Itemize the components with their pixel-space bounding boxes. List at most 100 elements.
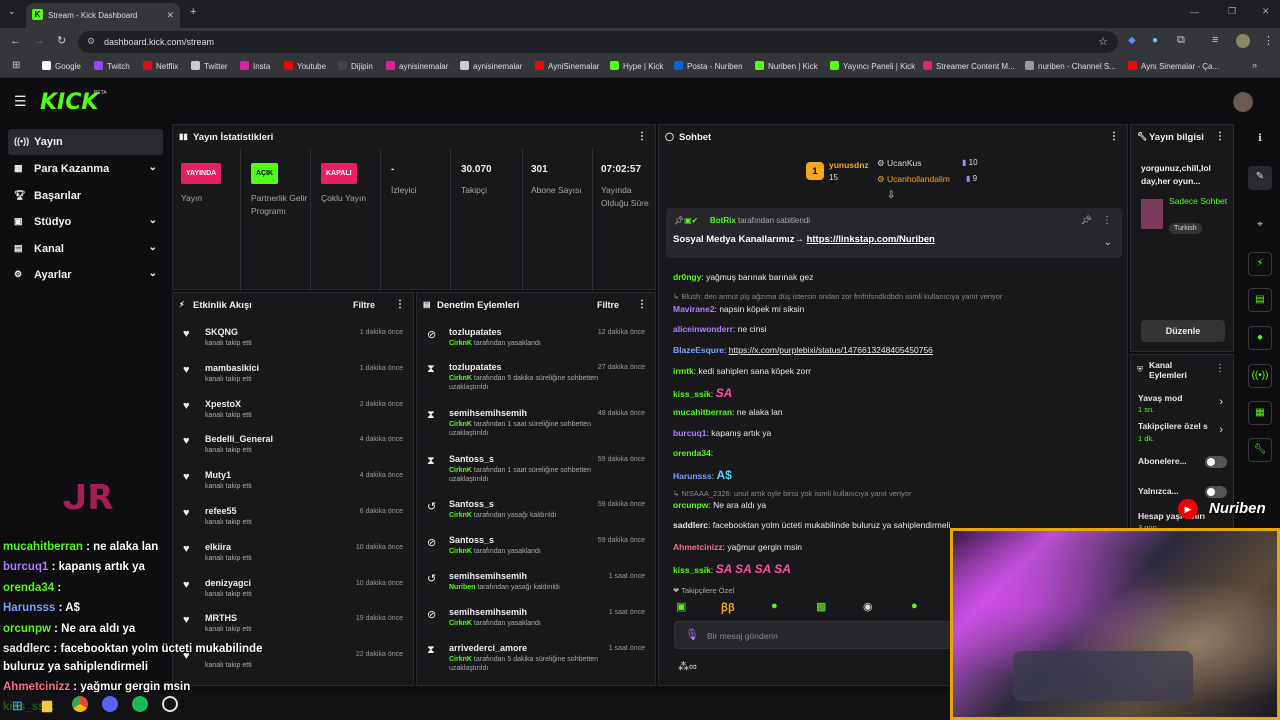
sidebar-item-yayin[interactable]: ((•)) Yayın	[8, 129, 163, 155]
moderator-name[interactable]: CirknK	[449, 375, 472, 382]
moderated-username[interactable]: arrivederci_amore	[449, 643, 527, 653]
discord-icon[interactable]	[102, 696, 118, 712]
obs-icon[interactable]	[162, 696, 178, 712]
activity-row[interactable]: ♥ Muty1 kanalı takip etti 4 dakika önce	[173, 466, 413, 502]
moderator-name[interactable]: CirknK	[449, 512, 472, 519]
moderated-username[interactable]: Santoss_s	[449, 535, 494, 545]
chat-bubble-icon[interactable]: ●	[1248, 326, 1272, 350]
more-options-icon[interactable]: ⋮	[637, 299, 647, 310]
emote-3-icon[interactable]: ●	[771, 600, 778, 612]
moderated-username[interactable]: semihsemihsemih	[449, 408, 527, 418]
bookmark-nuriben-kick[interactable]: Nuriben | Kick	[755, 61, 818, 71]
extension-icon[interactable]: ●	[1152, 35, 1158, 46]
activity-row[interactable]: ♥ MRTHS kanalı takip etti 19 dakika önce	[173, 609, 413, 645]
lightning-icon[interactable]: ⚡︎	[1248, 252, 1272, 276]
extension-shield-icon[interactable]: ◆	[1128, 35, 1136, 46]
chat-message[interactable]: Ahmetcinizz: yağmur gergin msin	[673, 542, 802, 552]
edit-pencil-icon[interactable]: ✎	[1248, 166, 1272, 190]
chat-username[interactable]: Mavirane2	[673, 304, 715, 314]
chevron-right-icon[interactable]: ›	[1219, 424, 1223, 436]
extensions-puzzle-icon[interactable]: ⧉	[1177, 34, 1185, 47]
focus-icon[interactable]: ⌖	[1248, 214, 1272, 238]
apps-grid-icon[interactable]: ⊞	[12, 60, 20, 71]
activity-row[interactable]: ♥ denizyagci kanalı takip etti 10 dakika…	[173, 574, 413, 610]
moderator-name[interactable]: CirknK	[449, 656, 472, 663]
category-link[interactable]: Sadece Sohbet	[1169, 195, 1229, 207]
activity-row[interactable]: ♥ XpestoX kanalı takip etti 2 dakika önc…	[173, 395, 413, 431]
emote-4-icon[interactable]: ▩	[816, 600, 826, 613]
chrome-icon[interactable]	[72, 696, 88, 712]
bookmark-twitter[interactable]: Twitter	[191, 61, 228, 71]
moderator-name[interactable]: CirknK	[449, 467, 472, 474]
chat-input[interactable]: 🎙︎ Bir mesaj gönderin	[674, 621, 952, 649]
more-bookmarks-icon[interactable]: »	[1252, 60, 1257, 70]
chat-message[interactable]: Harunsss: A$	[673, 468, 732, 482]
moderated-username[interactable]: tozlupatates	[449, 362, 502, 372]
expand-gifters-icon[interactable]: ⇩	[887, 190, 895, 201]
chat-message[interactable]: orcunpw: Ne ara aldı ya	[673, 500, 766, 510]
url-field[interactable]: ⚙ dashboard.kick.com/stream ☆	[78, 31, 1118, 53]
moderator-name[interactable]: Nuriben	[449, 584, 475, 591]
chat-settings-icon[interactable]: ⁂∞	[678, 660, 697, 673]
forward-icon[interactable]: →	[34, 35, 45, 47]
chat-message[interactable]: orenda34:	[673, 448, 713, 458]
bookmark-streamer-content[interactable]: Streamer Content M...	[923, 61, 1015, 71]
chevron-right-icon[interactable]: ›	[1219, 396, 1223, 408]
chat-message[interactable]: aliceinwonderr: ne cinsi	[673, 324, 767, 334]
chat-message[interactable]: burcuq1: kapanış artık ya	[673, 428, 771, 438]
close-tab-icon[interactable]: ✕	[166, 10, 174, 21]
activity-username[interactable]: mambasikici	[205, 363, 259, 373]
browser-menu-icon[interactable]: ⋮	[1263, 34, 1274, 47]
chat-username[interactable]: orcunpw	[673, 500, 708, 510]
more-options-icon[interactable]: ⋮	[637, 131, 647, 142]
chat-username[interactable]: irmtk	[673, 366, 694, 376]
maximize-icon[interactable]: ❐	[1228, 6, 1236, 17]
bookmark-aynisinemalar-yt[interactable]: AyniSinemalar	[535, 61, 599, 71]
more-options-icon[interactable]: ⋮	[1215, 363, 1225, 374]
file-explorer-icon[interactable]: ▆	[42, 697, 52, 713]
chat-username[interactable]: Harunsss	[673, 471, 712, 481]
moderation-row[interactable]: ⧗ tozlupatates CirknK tarafından 5 dakik…	[417, 358, 655, 402]
activity-username[interactable]: SKQNG	[205, 327, 238, 337]
moderated-username[interactable]: Santoss_s	[449, 454, 494, 464]
layout-icon[interactable]: ▦	[1248, 401, 1272, 425]
reload-icon[interactable]: ↻	[57, 34, 66, 47]
moderation-row[interactable]: ⧗ Santoss_s CirknK tarafından 1 saat sür…	[417, 450, 655, 494]
chat-message[interactable]: mucahitberran: ne alaka lan	[673, 407, 783, 417]
minimize-icon[interactable]: —	[1190, 7, 1199, 17]
sidebar-item-para-kazanma[interactable]: ▦ Para Kazanma ⌄	[8, 156, 163, 182]
top-gifter-1[interactable]: yunusdnz	[829, 160, 869, 170]
activity-username[interactable]: refee55	[205, 506, 237, 516]
moderation-row[interactable]: ⧗ arrivederci_amore CirknK tarafından 5 …	[417, 639, 655, 683]
activity-row[interactable]: ♥ Bedelli_General kanalı takip etti 4 da…	[173, 430, 413, 466]
chat-message[interactable]: Mavirane2: napsin köpek mi siksin	[673, 304, 804, 314]
back-icon[interactable]: ←	[10, 35, 21, 47]
chat-username[interactable]: saddlerc	[673, 520, 708, 530]
moderator-name[interactable]: CirknK	[449, 340, 472, 347]
bookmark-google[interactable]: Google	[42, 61, 81, 71]
chat-username[interactable]: orenda34	[673, 448, 711, 458]
subscribers-only-toggle[interactable]	[1205, 456, 1227, 468]
sidebar-item-studyo[interactable]: ▣ Stüdyo ⌄	[8, 209, 163, 235]
chat-username[interactable]: Ahmetcinizz	[673, 542, 723, 552]
bookmark-ayni-sinemalar[interactable]: Aynı Sinemalar - Ça...	[1128, 61, 1219, 71]
emote-only-toggle[interactable]	[1205, 486, 1227, 498]
activity-username[interactable]: MRTHS	[205, 613, 237, 623]
moderated-username[interactable]: semihsemihsemih	[449, 607, 527, 617]
top-gifter-3[interactable]: ⚙ Ucanhollandalim	[877, 174, 950, 185]
activity-row[interactable]: ♥ SKQNG kanalı takip etti 1 dakika önce	[173, 323, 413, 359]
more-options-icon[interactable]: ⋮	[1215, 131, 1225, 142]
chat-message[interactable]: irmtk: kedi sahiplen sana köpek zorr	[673, 366, 811, 376]
sidebar-item-ayarlar[interactable]: ⚙ Ayarlar ⌄	[8, 262, 163, 288]
activity-username[interactable]: XpestoX	[205, 399, 241, 409]
filter-button[interactable]: Filtre	[597, 300, 619, 310]
spotify-icon[interactable]	[132, 696, 148, 712]
info-icon[interactable]: ℹ	[1248, 128, 1272, 152]
sidebar-item-kanal[interactable]: ▤ Kanal ⌄	[8, 236, 163, 262]
moderated-username[interactable]: Santoss_s	[449, 499, 494, 509]
pinned-message[interactable]: 📌︎ ▣✔ BotRix tarafından sabitlendi Sosya…	[666, 208, 1122, 258]
activity-username[interactable]: elkiira	[205, 542, 231, 552]
chat-message[interactable]: BlazeEsqure: https://x.com/purplebixi/st…	[673, 345, 933, 355]
broadcast-icon[interactable]: ((•))	[1248, 364, 1272, 388]
chat-username[interactable]: kiss_ssik	[673, 389, 711, 399]
